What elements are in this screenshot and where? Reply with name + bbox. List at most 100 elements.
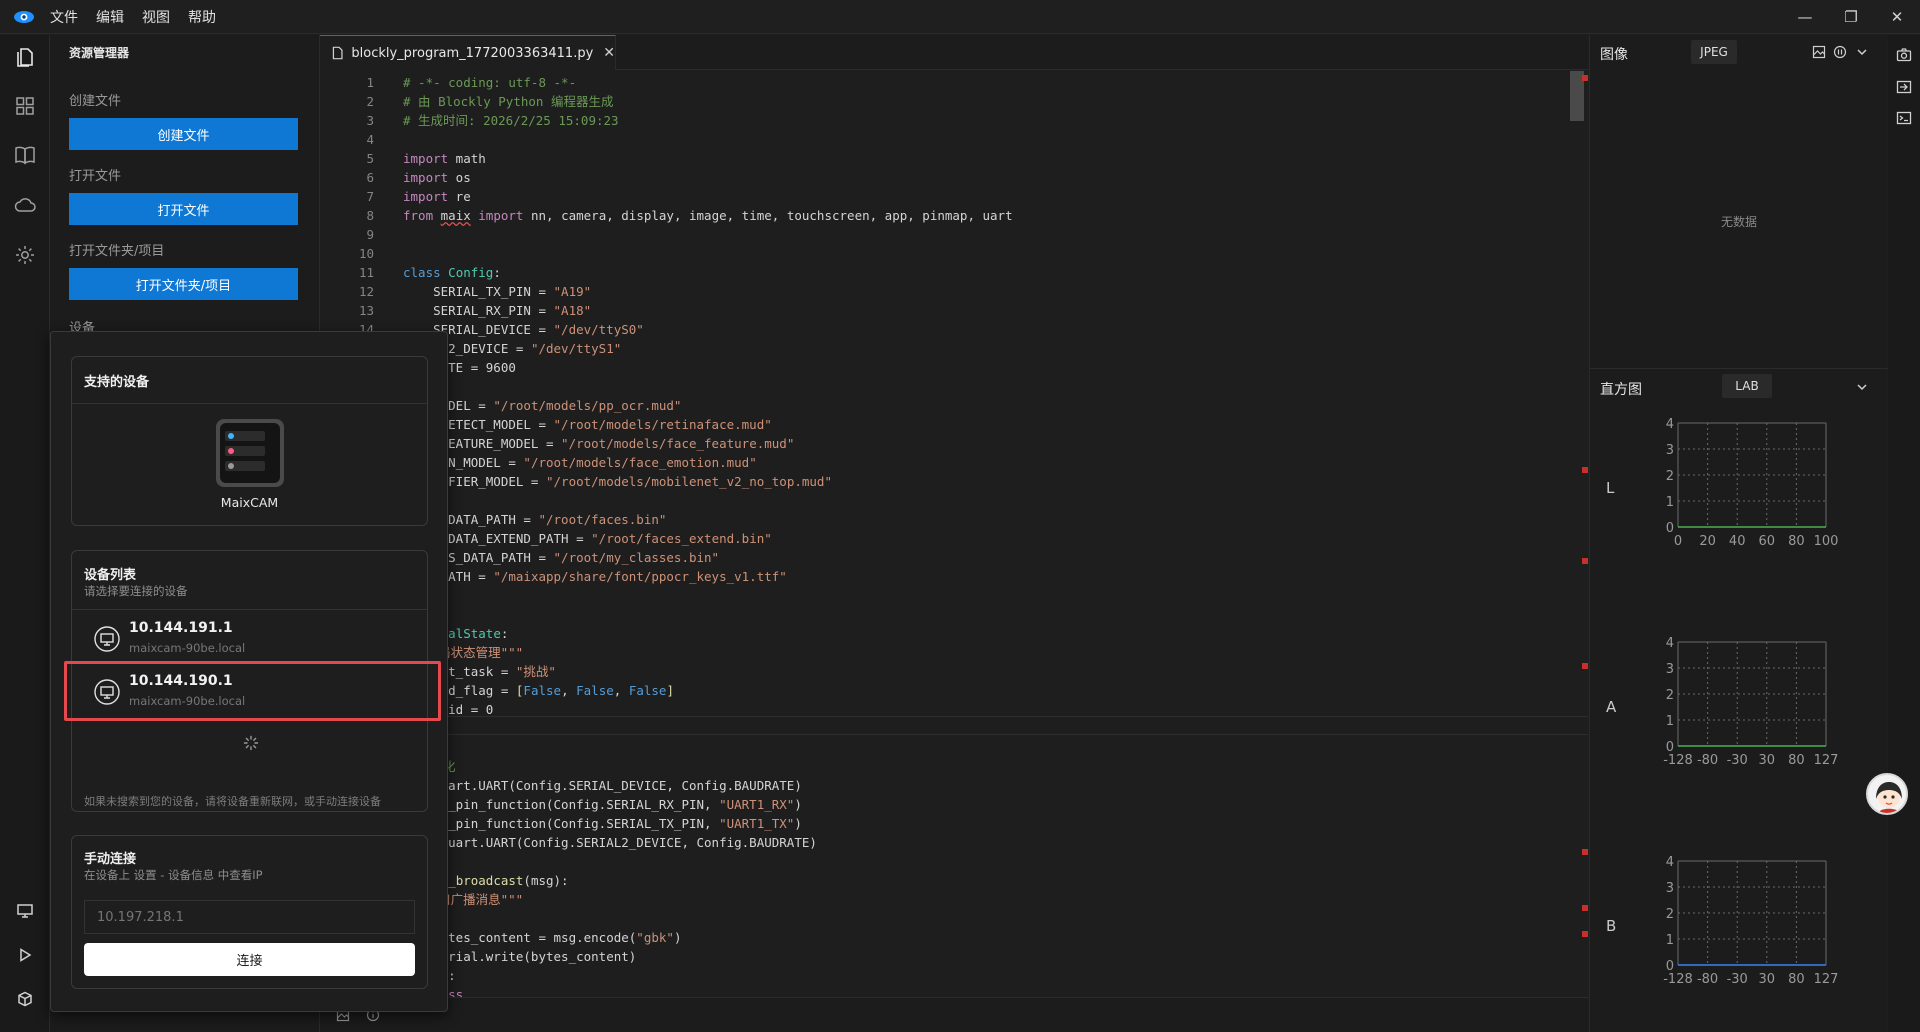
chevron-down-icon[interactable] [1856,381,1868,393]
image-panel-title: 图像 [1600,47,1628,63]
y-tick-label: 3 [1666,443,1674,458]
code-line: 2 = uart.UART(Config.SERIAL2_DEVICE, Con… [403,835,817,850]
cloud-icon[interactable] [11,191,39,219]
code-line: = uart.UART(Config.SERIAL_DEVICE, Config… [403,778,802,793]
import-icon[interactable] [1895,78,1913,96]
code-line: .set_pin_function(Config.SERIAL_RX_PIN, … [403,797,802,812]
code-line: CE_FEATURE_MODEL = "/root/models/face_fe… [403,436,795,451]
open-file-button[interactable]: 打开文件 [69,193,298,225]
selection-highlight [64,661,441,721]
code-line: .set_pin_function(Config.SERIAL_TX_PIN, … [403,816,802,831]
y-tick-label: 2 [1666,469,1674,484]
y-tick-label: 0 [1666,521,1674,536]
minimize-button[interactable]: — [1782,0,1828,34]
x-tick-label: 0 [1674,534,1682,549]
pause-icon[interactable] [1833,45,1847,59]
code-line: class Config: [403,265,501,280]
menu-help[interactable]: 帮助 [186,3,218,31]
overview-marker [1582,849,1588,855]
line-number: 5 [366,151,374,166]
code-line: # 生成时间: 2026/2/25 15:09:23 [403,113,619,128]
create-file-button[interactable]: 创建文件 [69,118,298,150]
file-icon [332,46,343,60]
open-folder-button[interactable]: 打开文件夹/项目 [69,268,298,300]
files-icon[interactable] [11,43,39,71]
line-number: 12 [358,284,374,299]
connect-button[interactable]: 连接 [84,943,415,976]
close-window-button[interactable]: ✕ [1874,0,1920,34]
code-line: NT_PATH = "/maixapp/share/font/ppocr_key… [403,569,787,584]
x-tick-label: 127 [1814,972,1839,987]
device-connect-popup: 支持的设备 MaixCAM 设备列表 请选择要连接的设备 10.144.191.… [50,331,448,1012]
camera-icon[interactable] [1895,46,1913,64]
package-box-icon[interactable] [11,985,39,1013]
x-tick-label: -80 [1697,972,1718,987]
editor-tab-bar: blockly_program_1772003363411.py ✕ [320,35,1588,70]
card-divider [72,403,427,404]
terminal-icon[interactable] [1895,109,1913,127]
device-list-item[interactable]: 10.144.191.1 maixcam-90be.local [74,612,425,662]
line-number: 8 [366,208,374,223]
histogram-mode-select[interactable]: LAB [1722,374,1772,398]
code-line: import os [403,170,471,185]
y-tick-label: 3 [1666,662,1674,677]
tab-blockly-program[interactable]: blockly_program_1772003363411.py ✕ [320,35,616,70]
line-number: 3 [366,113,374,128]
save-image-icon[interactable] [1812,45,1826,59]
line-number: 2 [366,94,374,109]
code-area[interactable]: # -*- coding: utf-8 -*- # 由 Blockly Pytho… [403,71,1563,997]
maixcam-device-name: MaixCAM [220,495,279,510]
assistant-avatar[interactable] [1866,773,1908,815]
histogram-b-chart: -128 -80 -30 30 80 127 0 1 2 3 4 [1663,855,1839,987]
chevron-down-icon[interactable] [1856,46,1868,58]
device-monitor-icon [94,626,120,652]
device-ip: 10.144.191.1 [129,620,233,636]
run-play-icon[interactable] [11,941,39,969]
device-list-item-selected[interactable]: 10.144.190.1 maixcam-90be.local [64,661,441,721]
device-hostname: maixcam-90be.local [129,641,246,655]
x-tick-label: 80 [1788,753,1805,768]
menu-edit[interactable]: 编辑 [94,3,126,31]
overview-marker [1582,905,1588,911]
x-tick-label: 80 [1788,534,1805,549]
y-tick-label: 0 [1666,740,1674,755]
y-tick-label: 2 [1666,688,1674,703]
code-line: import math [403,151,486,166]
x-tick-label: -30 [1727,753,1748,768]
device-list-subtitle: 请选择要连接的设备 [84,584,188,598]
device-ip: 10.144.190.1 [129,673,233,689]
manual-connect-card: 手动连接 在设备上 设置 - 设备信息 中查看IP 连接 [71,835,428,989]
extensions-grid-icon[interactable] [11,92,39,120]
manual-connect-title: 手动连接 [84,852,137,867]
settings-gear-icon[interactable] [11,241,39,269]
code-line: CES_DATA_EXTEND_PATH = "/root/faces_exte… [403,531,772,546]
x-tick-label: 40 [1729,534,1746,549]
overview-marker [1582,75,1588,81]
code-line: ASSES_DATA_PATH = "/root/my_classes.bin" [403,550,720,565]
loading-spinner-icon [243,735,259,751]
code-line: SERIAL_TX_PIN = "A19" [403,284,592,299]
manual-connect-subtitle: 在设备上 设置 - 设备信息 中查看IP [84,868,263,882]
x-tick-label: 80 [1788,972,1805,987]
x-tick-label: 127 [1814,753,1839,768]
maixcam-device-image[interactable] [214,417,286,489]
menu-view[interactable]: 视图 [140,3,172,31]
device-monitor-icon[interactable] [11,897,39,925]
code-editor[interactable]: 1 2 3 4 5 6 7 8 9 10 11 12 13 14 # -*- coding: utf-8 … [320,71,1588,997]
menu-file[interactable]: 文件 [48,3,80,31]
restore-button[interactable]: ❐ [1828,0,1874,34]
close-tab-icon[interactable]: ✕ [603,45,615,61]
menu-bar: 文件 编辑 视图 帮助 — ❐ ✕ [0,0,1920,34]
x-tick-label: 60 [1759,534,1776,549]
ip-address-input[interactable] [84,900,415,934]
y-tick-label: 1 [1666,495,1674,510]
y-tick-label: 1 [1666,933,1674,948]
x-tick-label: -128 [1663,753,1693,768]
overview-marker [1582,663,1588,669]
x-tick-label: -80 [1697,753,1718,768]
book-icon[interactable] [11,141,39,169]
image-format-select[interactable]: JPEG [1691,40,1737,64]
line-number: 1 [366,75,374,90]
histogram-title: 直方图 [1600,382,1642,398]
no-data-text: 无数据 [1720,215,1757,229]
